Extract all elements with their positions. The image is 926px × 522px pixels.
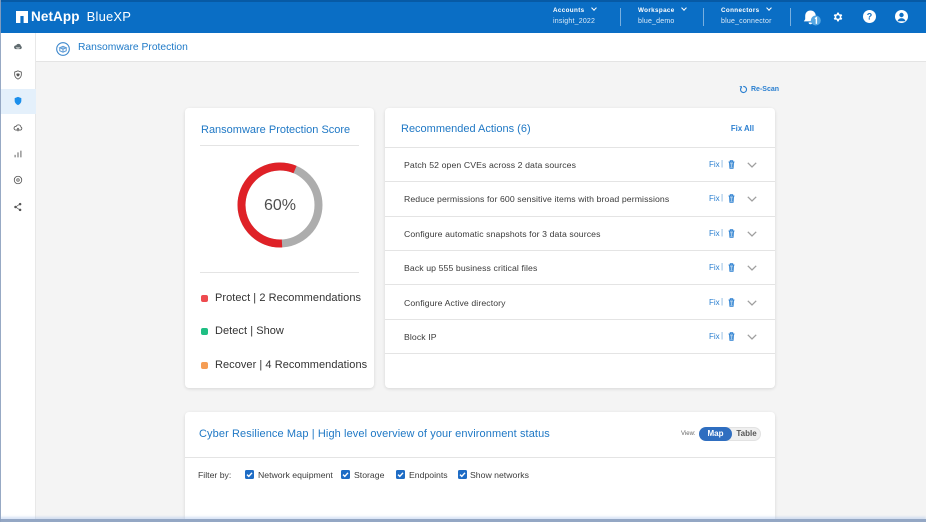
svg-text:?: ? xyxy=(867,12,873,22)
